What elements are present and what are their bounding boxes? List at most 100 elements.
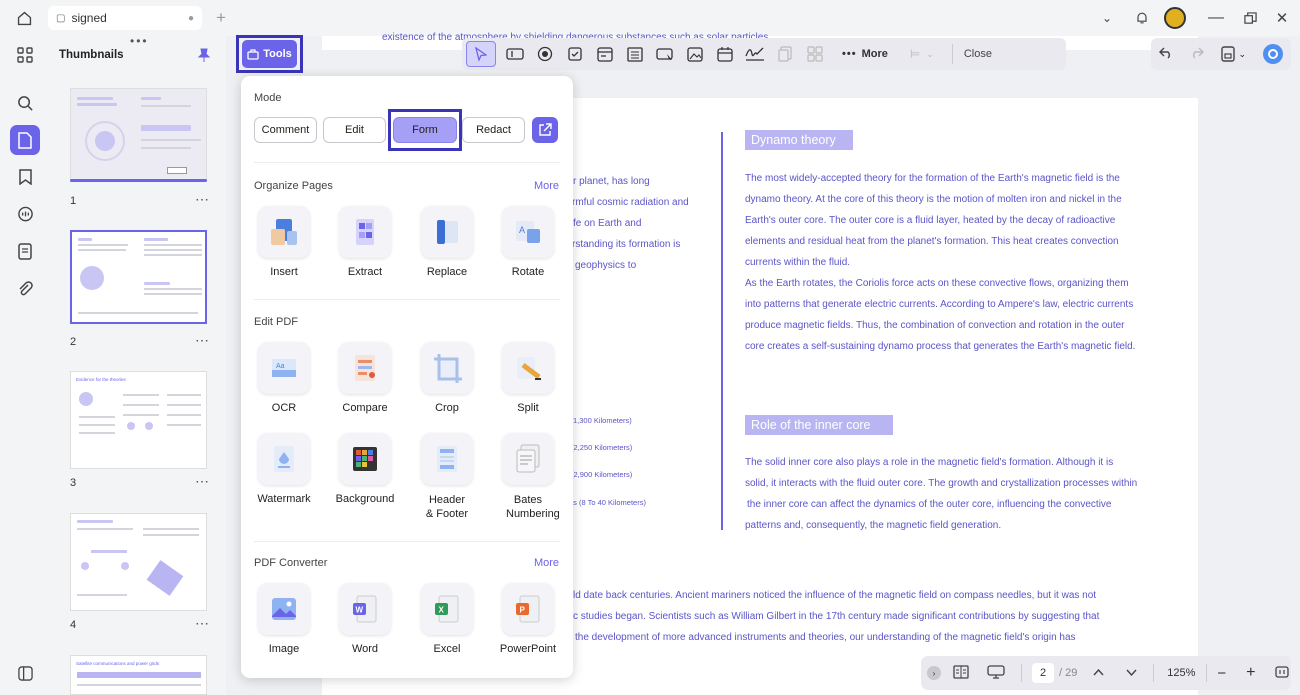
zoom-in-icon[interactable]: + — [1246, 664, 1255, 682]
minimize-icon[interactable]: — — [1206, 8, 1226, 28]
presentation-icon[interactable] — [987, 664, 1005, 682]
page-3-menu-icon[interactable]: ⋯ — [195, 473, 210, 490]
bell-icon[interactable] — [1132, 8, 1152, 28]
open-external-icon[interactable] — [532, 117, 558, 143]
next-page-icon[interactable] — [1126, 667, 1137, 679]
background-tool[interactable]: Background — [331, 433, 399, 505]
close-toolbar-button[interactable]: Close — [959, 45, 997, 63]
close-window-icon[interactable]: ✕ — [1272, 8, 1292, 28]
mode-edit-button[interactable]: Edit — [323, 117, 386, 143]
align-left-icon: ⊨ — [909, 47, 921, 61]
powerpoint-icon: P — [502, 583, 554, 635]
sidebar-toggle-icon[interactable] — [10, 658, 40, 688]
document-tab[interactable]: ▢ signed ● — [48, 6, 202, 30]
convert-excel-tool[interactable]: X Excel — [413, 583, 481, 655]
alignment-dropdown[interactable]: ⊨ ⌄ — [910, 47, 934, 61]
home-icon[interactable] — [14, 8, 34, 28]
document-tab-title: signed — [71, 11, 107, 25]
combo-box-icon[interactable] — [590, 41, 620, 67]
watermark-tool[interactable]: Watermark — [250, 433, 318, 505]
divider — [1153, 664, 1155, 682]
drag-handle-icon[interactable]: ••• — [130, 34, 149, 48]
previous-page-icon[interactable] — [1093, 667, 1104, 679]
paragraph-line: The most widely-accepted theory for the … — [745, 173, 1120, 184]
push-button-icon[interactable] — [650, 41, 680, 67]
list-box-icon[interactable] — [620, 41, 650, 67]
bates-numbering-tool[interactable]: Bates Numbering — [494, 433, 562, 521]
collapse-arrow-icon[interactable]: › — [927, 666, 941, 680]
paragraph-line: into patterns that generate electric cur… — [745, 299, 1134, 310]
tools-button[interactable]: Tools — [236, 35, 303, 73]
converter-more-link[interactable]: More — [534, 557, 559, 569]
page-1-menu-icon[interactable]: ⋯ — [195, 191, 210, 208]
replace-label: Replace — [426, 266, 468, 278]
attachment-icon[interactable] — [10, 274, 40, 304]
reading-mode-icon[interactable] — [953, 664, 969, 682]
insert-tool[interactable]: Insert — [250, 206, 318, 278]
background-icon — [339, 433, 391, 485]
image-label: Image — [268, 643, 300, 655]
mode-form-button[interactable]: Form — [393, 117, 457, 143]
crop-tool[interactable]: Crop — [413, 342, 481, 414]
svg-text:A: A — [519, 225, 525, 235]
text-field-icon[interactable] — [500, 41, 530, 67]
page-2-menu-icon[interactable]: ⋯ — [195, 332, 210, 349]
mode-redact-button[interactable]: Redact — [462, 117, 525, 143]
comments-icon[interactable] — [10, 199, 40, 229]
checkbox-icon[interactable] — [560, 41, 590, 67]
compare-tool[interactable]: Compare — [331, 342, 399, 414]
fit-page-icon[interactable] — [1275, 665, 1290, 681]
current-page-input[interactable]: 2 — [1032, 663, 1054, 683]
redo-icon[interactable] — [1190, 47, 1204, 62]
new-tab-icon[interactable]: + — [212, 8, 230, 27]
bookmark-icon[interactable] — [10, 162, 40, 192]
background-label: Background — [335, 493, 395, 505]
svg-text:P: P — [520, 606, 526, 615]
page-thumbnail-5[interactable]: Satellite communications and power grids — [70, 655, 207, 695]
duplicate-icon[interactable] — [770, 41, 800, 67]
ai-assistant-icon[interactable] — [1262, 44, 1283, 64]
organize-more-link[interactable]: More — [534, 180, 559, 192]
split-tool[interactable]: Split — [494, 342, 562, 414]
mode-comment-button[interactable]: Comment — [254, 117, 317, 143]
chevron-down-icon[interactable]: ⌄ — [1098, 9, 1116, 27]
date-field-icon[interactable] — [710, 41, 740, 67]
page-number-3: 3 — [70, 477, 77, 489]
page-thumbnail-3[interactable]: Evidence for the theories — [70, 371, 207, 469]
layer-label: 1,300 Kilometers) — [573, 416, 632, 425]
search-icon[interactable] — [10, 88, 40, 118]
undo-icon[interactable] — [1159, 47, 1173, 62]
mode-title: Mode — [254, 92, 282, 104]
avatar[interactable] — [1164, 7, 1186, 29]
convert-powerpoint-tool[interactable]: P PowerPoint — [494, 583, 562, 655]
thumbnails-icon[interactable] — [10, 125, 40, 155]
zoom-out-icon[interactable]: − — [1217, 665, 1226, 682]
signature-field-icon[interactable] — [740, 41, 770, 67]
header-footer-tool[interactable]: Header & Footer — [413, 433, 481, 521]
convert-image-tool[interactable]: Image — [250, 583, 318, 655]
page-thumbnail-4[interactable] — [70, 513, 207, 611]
restore-icon[interactable] — [1240, 8, 1260, 28]
pin-icon[interactable] — [196, 47, 212, 63]
convert-word-tool[interactable]: W Word — [331, 583, 399, 655]
grid-view-icon[interactable] — [10, 40, 40, 70]
form-fields-icon[interactable] — [10, 236, 40, 266]
more-tools-button[interactable]: ••• More — [842, 48, 888, 60]
page-thumbnail-1[interactable] — [70, 88, 207, 182]
toolbox-icon — [247, 48, 259, 60]
radio-button-icon[interactable] — [530, 41, 560, 67]
ocr-tool[interactable]: Aa OCR — [250, 342, 318, 414]
zoom-level[interactable]: 125% — [1164, 667, 1198, 679]
replace-tool[interactable]: Replace — [413, 206, 481, 278]
page-4-menu-icon[interactable]: ⋯ — [195, 615, 210, 632]
page-navigation-bar: › 2 / 29 125% − + — [921, 656, 1291, 690]
extract-tool[interactable]: Extract — [331, 206, 399, 278]
save-dropdown[interactable]: ⌄ — [1220, 46, 1246, 62]
select-tool-icon[interactable] — [466, 41, 496, 67]
rotate-tool[interactable]: A Rotate — [494, 206, 562, 278]
close-tab-icon[interactable]: ● — [188, 13, 194, 24]
image-field-icon[interactable] — [680, 41, 710, 67]
page-thumbnail-2[interactable] — [70, 230, 207, 324]
image-convert-icon — [258, 583, 310, 635]
align-grid-icon[interactable] — [800, 41, 830, 67]
